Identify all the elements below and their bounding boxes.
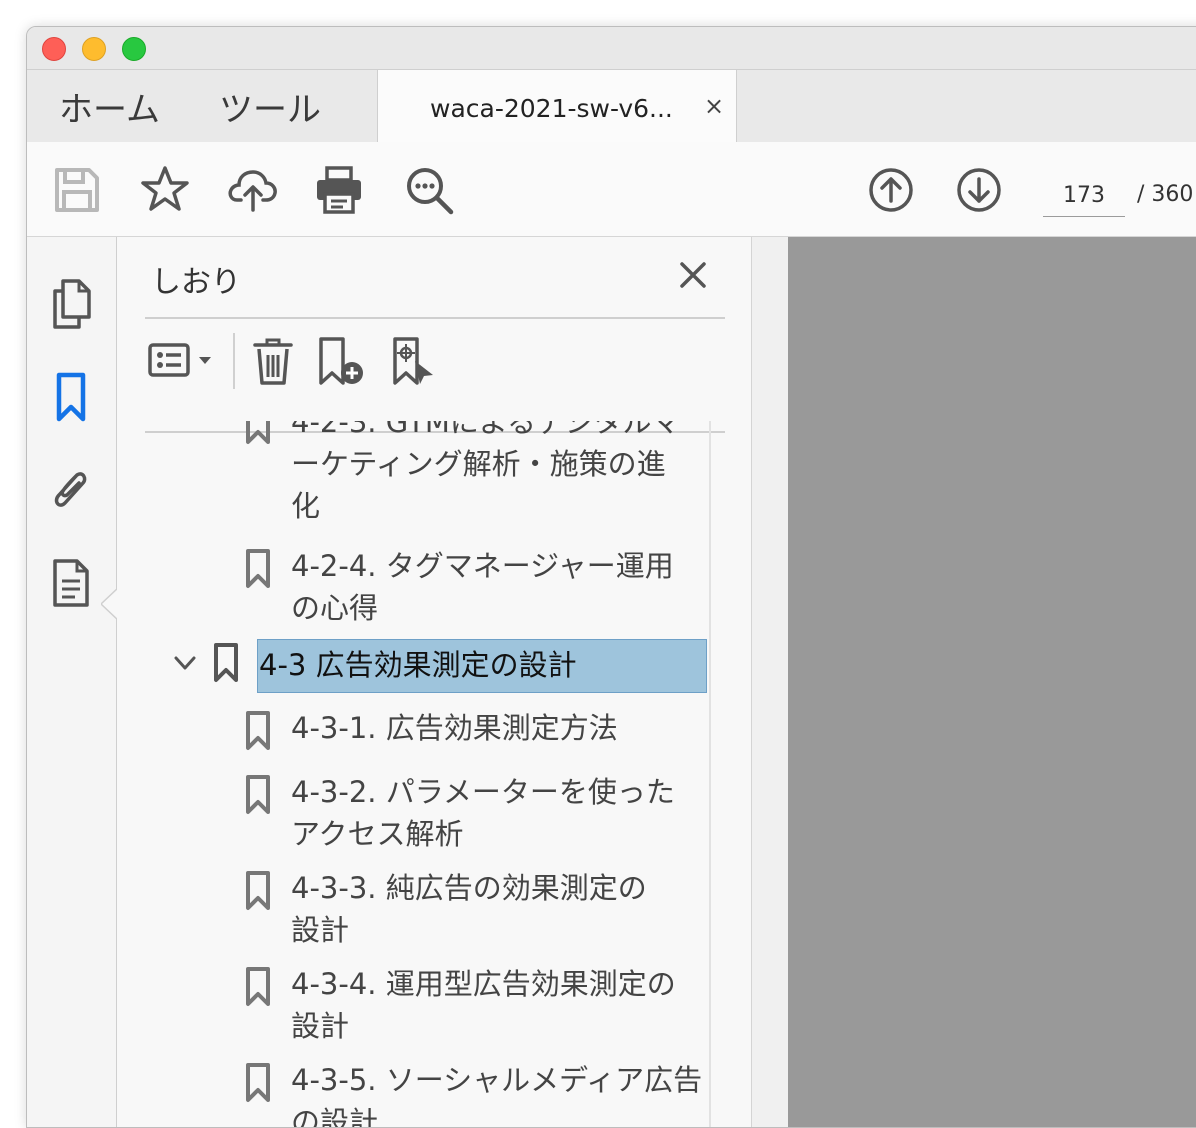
options-list-icon[interactable] bbox=[147, 335, 219, 387]
bookmark-label: の心得 bbox=[291, 591, 379, 625]
app-window: ホーム ツール waca-2021-sw-v6... × 173 / 360 し… bbox=[26, 26, 1196, 1128]
document-tab-title: waca-2021-sw-v6... bbox=[430, 94, 673, 123]
bookmark-tree: 4-2-3. GTMによるデジタルマ ーケティング解析・施策の進 化 4-2-4… bbox=[145, 421, 709, 1127]
new-bookmark-from-structure-icon[interactable] bbox=[389, 335, 441, 387]
close-panel-icon[interactable] bbox=[677, 259, 709, 291]
bookmark-label: 4-3-3. 純広告の効果測定の bbox=[291, 871, 647, 905]
pages-icon[interactable] bbox=[47, 277, 95, 329]
save-icon[interactable] bbox=[51, 164, 103, 216]
bookmark-label: 設計 bbox=[291, 1009, 350, 1043]
document-icon[interactable] bbox=[47, 557, 95, 609]
bookmark-item-icon bbox=[214, 643, 238, 682]
attachment-icon[interactable] bbox=[47, 463, 95, 515]
bookmark-label: ーケティング解析・施策の進 bbox=[291, 447, 666, 481]
bookmarks-panel: しおり 4-2-3. GTMによるデジタルマ ーケティング解析・施策の進 化 4… bbox=[117, 237, 752, 1127]
document-area[interactable] bbox=[752, 237, 1196, 1127]
bookmark-label: アクセス解析 bbox=[291, 817, 464, 851]
bookmark-icon[interactable] bbox=[47, 371, 95, 423]
document-canvas[interactable] bbox=[788, 237, 1196, 1127]
chevron-down-icon[interactable] bbox=[173, 653, 197, 673]
add-bookmark-icon[interactable] bbox=[315, 335, 367, 387]
cloud-upload-icon[interactable] bbox=[227, 164, 279, 216]
panel-header-divider bbox=[145, 317, 725, 319]
bookmarks-scrollbar[interactable] bbox=[709, 421, 711, 1127]
main-toolbar: 173 / 360 bbox=[27, 142, 1196, 237]
bookmark-item-icon bbox=[246, 421, 270, 444]
bookmark-label: 4-3-2. パラメーターを使った bbox=[291, 775, 675, 809]
zoom-window-button[interactable] bbox=[122, 37, 146, 61]
total-pages: / 360 bbox=[1137, 182, 1194, 207]
bookmark-item-icon bbox=[246, 549, 270, 588]
bookmark-label: 4-2-3. GTMによるデジタルマ bbox=[291, 421, 681, 439]
panel-title: しおり bbox=[151, 265, 241, 300]
bookmark-item-icon bbox=[246, 775, 270, 814]
arrow-down-circle-icon[interactable] bbox=[953, 164, 1005, 216]
bookmark-label: の設計 bbox=[291, 1105, 379, 1127]
bookmark-item-icon bbox=[246, 871, 270, 910]
toolbar-separator bbox=[233, 333, 235, 389]
bookmark-item-icon bbox=[246, 1063, 270, 1102]
title-bar bbox=[27, 27, 1196, 69]
bookmark-label: 4-3-4. 運用型広告効果測定の bbox=[291, 967, 676, 1001]
trash-icon[interactable] bbox=[249, 335, 297, 387]
page-number-input[interactable]: 173 bbox=[1043, 176, 1125, 217]
bookmark-label: 4-3 広告効果測定の設計 bbox=[259, 648, 577, 682]
left-rail bbox=[27, 237, 119, 1127]
bookmark-label: 設計 bbox=[291, 913, 350, 947]
minimize-window-button[interactable] bbox=[82, 37, 106, 61]
print-icon[interactable] bbox=[313, 164, 365, 216]
arrow-up-circle-icon[interactable] bbox=[865, 164, 917, 216]
star-icon[interactable] bbox=[139, 164, 191, 216]
tab-home[interactable]: ホーム bbox=[59, 82, 160, 131]
zoom-search-icon[interactable] bbox=[403, 164, 455, 216]
close-window-button[interactable] bbox=[42, 37, 66, 61]
bookmark-label: 化 bbox=[291, 489, 321, 523]
bookmark-label: 4-3-1. 広告効果測定方法 bbox=[291, 711, 618, 745]
bookmark-item-icon bbox=[246, 967, 270, 1006]
tab-tools[interactable]: ツール bbox=[219, 82, 321, 131]
close-tab-button[interactable]: × bbox=[704, 92, 724, 120]
tab-document[interactable]: waca-2021-sw-v6... × bbox=[377, 70, 737, 143]
tab-bar: ホーム ツール waca-2021-sw-v6... × bbox=[27, 69, 1196, 143]
bookmark-label: 4-3-5. ソーシャルメディア広告 bbox=[291, 1063, 703, 1097]
bookmark-item-icon bbox=[246, 711, 270, 750]
bookmark-label: 4-2-4. タグマネージャー運用 bbox=[291, 549, 674, 583]
